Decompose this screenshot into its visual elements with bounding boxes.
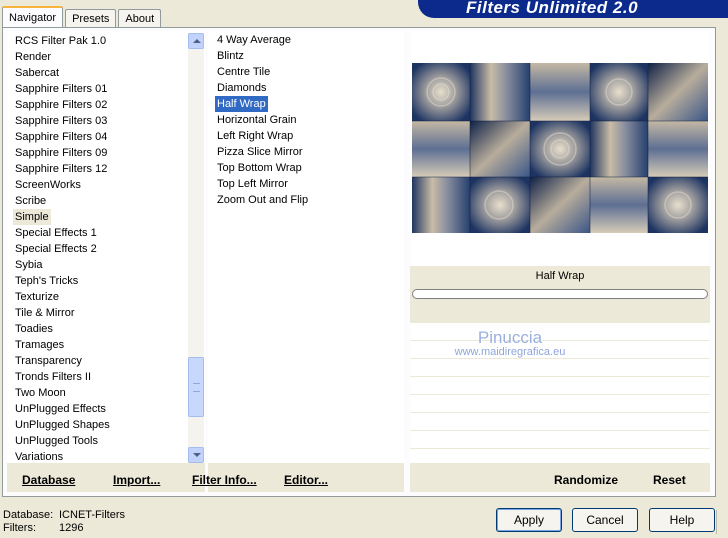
preview-panel: Half Wrap bbox=[410, 31, 710, 463]
apply-button[interactable]: Apply bbox=[496, 508, 562, 532]
category-item[interactable]: UnPlugged Tools bbox=[13, 433, 100, 449]
category-item[interactable]: Two Moon bbox=[13, 385, 68, 401]
parameter-spacer bbox=[410, 300, 710, 322]
filter-item[interactable]: Half Wrap bbox=[215, 96, 268, 112]
category-item[interactable]: Sapphire Filters 12 bbox=[13, 161, 109, 177]
category-item[interactable]: Render bbox=[13, 49, 53, 65]
database-label: Database: bbox=[3, 509, 54, 521]
category-item[interactable]: Teph's Tricks bbox=[13, 273, 80, 289]
import-button[interactable]: Import... bbox=[113, 473, 160, 487]
empty-parameter-row bbox=[410, 358, 710, 376]
category-item[interactable]: Sabercat bbox=[13, 65, 61, 81]
title-banner: Filters Unlimited 2.0 bbox=[418, 0, 728, 18]
filter-item[interactable]: 4 Way Average bbox=[215, 32, 293, 48]
status-info: Database: ICNET-Filters Filters: 1296 bbox=[3, 509, 125, 535]
category-item[interactable]: Texturize bbox=[13, 289, 61, 305]
resize-grip[interactable] bbox=[716, 510, 728, 534]
help-button[interactable]: Help bbox=[649, 508, 715, 532]
filter-item[interactable]: Diamonds bbox=[215, 80, 269, 96]
category-item[interactable]: Sapphire Filters 04 bbox=[13, 129, 109, 145]
category-item[interactable]: RCS Filter Pak 1.0 bbox=[13, 33, 108, 49]
filters-label: Filters: bbox=[3, 522, 36, 534]
category-item[interactable]: Sapphire Filters 09 bbox=[13, 145, 109, 161]
scroll-up-arrow-icon[interactable] bbox=[188, 33, 204, 49]
filter-item[interactable]: Horizontal Grain bbox=[215, 112, 298, 128]
category-item[interactable]: UnPlugged Effects bbox=[13, 401, 108, 417]
preview-filter-name: Half Wrap bbox=[410, 266, 710, 286]
scroll-thumb[interactable] bbox=[188, 357, 204, 417]
category-item[interactable]: ScreenWorks bbox=[13, 177, 83, 193]
filter-item[interactable]: Centre Tile bbox=[215, 64, 272, 80]
category-item[interactable]: Toadies bbox=[13, 321, 55, 337]
tab-navigator[interactable]: Navigator bbox=[2, 6, 64, 28]
category-item[interactable]: UnPlugged Shapes bbox=[13, 417, 112, 433]
category-item[interactable]: Special Effects 2 bbox=[13, 241, 99, 257]
filter-item[interactable]: Zoom Out and Flip bbox=[215, 192, 310, 208]
empty-parameter-row bbox=[410, 412, 710, 430]
filter-info-button[interactable]: Filter Info... bbox=[192, 473, 257, 487]
category-item[interactable]: Sapphire Filters 03 bbox=[13, 113, 109, 129]
reset-button[interactable]: Reset bbox=[653, 473, 686, 487]
category-item[interactable]: Simple bbox=[13, 209, 51, 225]
category-item[interactable]: Special Effects 1 bbox=[13, 225, 99, 241]
cancel-button[interactable]: Cancel bbox=[572, 508, 638, 532]
category-item[interactable]: Sybia bbox=[13, 257, 45, 273]
category-item[interactable]: Tramages bbox=[13, 337, 66, 353]
banner-title: Filters Unlimited 2.0 bbox=[466, 0, 639, 17]
preview-button-bar: Randomize Reset bbox=[410, 463, 710, 492]
filter-list[interactable]: 4 Way Average Blintz Centre Tile Diamonds Ha… bbox=[208, 31, 404, 463]
filter-item[interactable]: Left Right Wrap bbox=[215, 128, 295, 144]
database-button[interactable]: Database bbox=[22, 473, 75, 487]
editor-button[interactable]: Editor... bbox=[284, 473, 328, 487]
preview-texture bbox=[412, 63, 708, 233]
scroll-down-arrow-icon[interactable] bbox=[188, 447, 204, 463]
list-button-bar: Database Import... bbox=[7, 463, 205, 492]
tab-strip: Navigator Presets About bbox=[2, 4, 163, 28]
filters-count: 1296 bbox=[59, 522, 84, 534]
randomize-button[interactable]: Randomize bbox=[554, 473, 618, 487]
category-item[interactable]: Sapphire Filters 02 bbox=[13, 97, 109, 113]
category-list[interactable]: RCS Filter Pak 1.0 Render Sabercat Sapphire… bbox=[7, 31, 205, 463]
tab-presets[interactable]: Presets bbox=[65, 9, 117, 28]
filter-item[interactable]: Blintz bbox=[215, 48, 246, 64]
preview-image bbox=[412, 63, 708, 233]
category-item[interactable]: Sapphire Filters 01 bbox=[13, 81, 109, 97]
empty-parameter-row bbox=[410, 340, 710, 358]
tab-about[interactable]: About bbox=[118, 9, 162, 28]
category-scrollbar[interactable] bbox=[188, 33, 204, 463]
filter-item[interactable]: Top Left Mirror bbox=[215, 176, 290, 192]
empty-parameter-row bbox=[410, 376, 710, 394]
category-item[interactable]: Tile & Mirror bbox=[13, 305, 76, 321]
filter-item[interactable]: Pizza Slice Mirror bbox=[215, 144, 305, 160]
filter-button-bar: Filter Info... Editor... bbox=[192, 463, 404, 492]
empty-parameter-row bbox=[410, 322, 710, 340]
database-value: ICNET-Filters bbox=[59, 509, 125, 521]
parameter-slider[interactable] bbox=[412, 289, 708, 299]
empty-parameter-row bbox=[410, 394, 710, 412]
parameter-row bbox=[410, 286, 710, 300]
filter-item[interactable]: Top Bottom Wrap bbox=[215, 160, 304, 176]
category-item[interactable]: Transparency bbox=[13, 353, 84, 369]
category-item[interactable]: Scribe bbox=[13, 193, 48, 209]
category-item[interactable]: Tronds Filters II bbox=[13, 369, 93, 385]
empty-parameter-row bbox=[410, 430, 710, 448]
